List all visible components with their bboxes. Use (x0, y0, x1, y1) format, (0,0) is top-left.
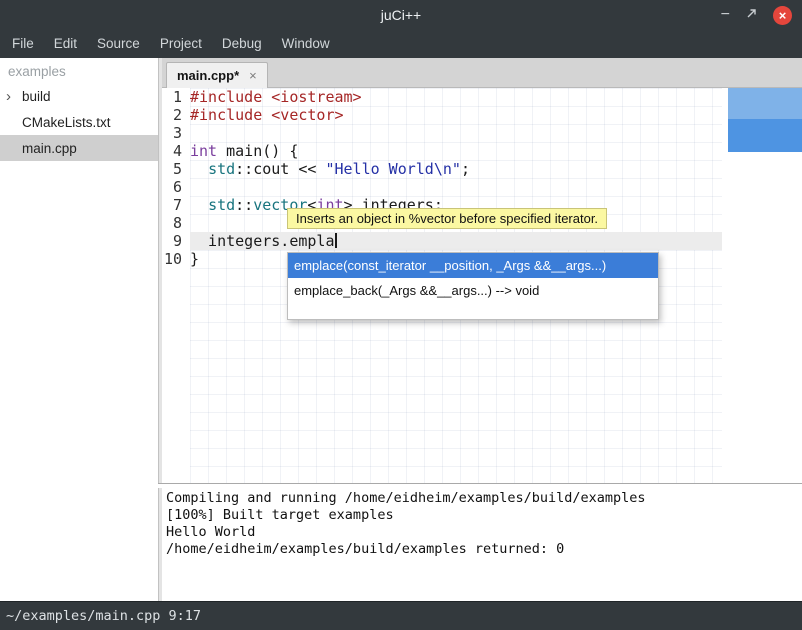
maximize-icon (746, 8, 757, 19)
menu-project[interactable]: Project (150, 30, 212, 58)
tree-item-label: build (22, 89, 51, 104)
menu-window[interactable]: Window (272, 30, 340, 58)
completion-item[interactable]: emplace_back(_Args &&__args...) --> void (288, 278, 658, 303)
window-title: juCi++ (381, 7, 421, 23)
menu-edit[interactable]: Edit (44, 30, 87, 58)
code-editor[interactable]: 1#include <iostream>2#include <vector>34… (162, 88, 802, 483)
menubar: FileEditSourceProjectDebugWindow (0, 30, 802, 58)
code-line-text[interactable]: integers.empla (190, 232, 722, 250)
code-line: 1#include <iostream> (162, 88, 802, 106)
code-segment: "Hello World\n" (325, 160, 460, 178)
tree-item-label: main.cpp (22, 141, 77, 156)
line-number: 7 (162, 196, 190, 214)
menu-source[interactable]: Source (87, 30, 150, 58)
code-segment: integers.empla (190, 232, 335, 250)
output-line: Compiling and running /home/eidheim/exam… (166, 490, 802, 507)
code-line: 2#include <vector> (162, 106, 802, 124)
code-segment: std (208, 160, 235, 178)
code-line-text[interactable] (190, 178, 722, 196)
code-segment: int (190, 142, 217, 160)
completion-item[interactable]: emplace(const_iterator __position, _Args… (288, 253, 658, 278)
line-number: 5 (162, 160, 190, 178)
tab-close-icon[interactable]: × (249, 68, 257, 83)
tree-item-main.cpp[interactable]: main.cpp (0, 135, 158, 161)
maximize-button[interactable] (746, 6, 757, 24)
close-button[interactable]: × (773, 6, 792, 25)
code-segment: ::cout << (235, 160, 325, 178)
code-segment: main() { (217, 142, 298, 160)
file-sidebar: examples ›build CMakeLists.txt main.cpp (0, 58, 158, 601)
line-number: 3 (162, 124, 190, 142)
titlebar: juCi++ − × (0, 0, 802, 30)
tab-main-cpp[interactable]: main.cpp* × (166, 62, 268, 88)
line-number: 1 (162, 88, 190, 106)
line-number: 6 (162, 178, 190, 196)
menu-file[interactable]: File (2, 30, 44, 58)
output-line: Hello World (166, 524, 802, 541)
tabbar: main.cpp* × (162, 58, 802, 88)
tab-label: main.cpp* (177, 68, 239, 83)
line-number: 10 (162, 250, 190, 268)
tree-item-build[interactable]: ›build (0, 83, 158, 109)
tree-item-label: CMakeLists.txt (22, 115, 111, 130)
sidebar-header: examples (0, 58, 158, 83)
code-segment: #include <iostream> (190, 88, 362, 106)
code-segment (190, 160, 208, 178)
text-cursor (335, 233, 337, 248)
code-line-text[interactable]: int main() { (190, 142, 722, 160)
completion-doc-tooltip: Inserts an object in %vector before spec… (287, 208, 607, 229)
line-number: 8 (162, 214, 190, 232)
output-line: [100%] Built target examples (166, 507, 802, 524)
code-line: 9 integers.empla (162, 232, 802, 250)
code-segment: } (190, 250, 199, 268)
output-line: /home/eidheim/examples/build/examples re… (166, 541, 802, 558)
statusbar: ~/examples/main.cpp 9:17 (0, 601, 802, 630)
chevron-right-icon: › (6, 89, 22, 104)
app-window: juCi++ − × FileEditSourceProjectDebugWin… (0, 0, 802, 630)
code-segment: #include <vector> (190, 106, 344, 124)
code-segment (190, 196, 208, 214)
minimap[interactable] (728, 88, 802, 152)
code-line-text[interactable]: #include <vector> (190, 106, 722, 124)
code-line-text[interactable] (190, 124, 722, 142)
code-line: 6 (162, 178, 802, 196)
minimap-region-2 (728, 119, 802, 152)
line-number: 2 (162, 106, 190, 124)
code-line: 5 std::cout << "Hello World\n"; (162, 160, 802, 178)
menu-debug[interactable]: Debug (212, 30, 272, 58)
code-segment: std (208, 196, 235, 214)
code-segment: ; (461, 160, 470, 178)
output-panel: Compiling and running /home/eidheim/exam… (162, 488, 802, 601)
code-segment: :: (235, 196, 253, 214)
code-line-text[interactable]: std::cout << "Hello World\n"; (190, 160, 722, 178)
code-line: 3 (162, 124, 802, 142)
code-lines: 1#include <iostream>2#include <vector>34… (162, 88, 802, 268)
code-line: 4int main() { (162, 142, 802, 160)
line-number: 4 (162, 142, 190, 160)
completion-popup: emplace(const_iterator __position, _Args… (287, 252, 659, 320)
minimize-button[interactable]: − (721, 0, 730, 30)
statusbar-text: ~/examples/main.cpp 9:17 (6, 608, 201, 624)
minimap-region-1 (728, 88, 802, 119)
window-controls: − × (721, 0, 792, 30)
line-number: 9 (162, 232, 190, 250)
code-line-text[interactable]: #include <iostream> (190, 88, 722, 106)
file-tree: ›build CMakeLists.txt main.cpp (0, 83, 158, 161)
tree-item-cmakelists.txt[interactable]: CMakeLists.txt (0, 109, 158, 135)
